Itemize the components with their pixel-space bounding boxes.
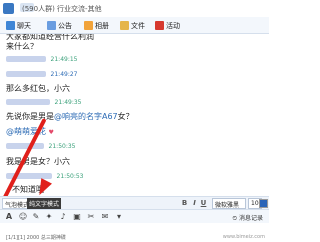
image-icon[interactable]: ▣: [72, 212, 82, 222]
tab-plain-text-mode[interactable]: 纯文字模式: [27, 198, 62, 209]
chat-message: 我是男是女？小六: [6, 157, 70, 166]
watermark-text: www.bimeiz.com: [222, 234, 265, 240]
group-avatar-icon: [3, 3, 14, 14]
toolbar-chat[interactable]: 聊天: [6, 20, 31, 31]
chat-meta: 21:49:15: [6, 54, 78, 63]
chat-message: @萌萌爱花 ♥: [6, 126, 54, 137]
emoji-icon[interactable]: ☺: [18, 212, 28, 222]
toolbar-notice[interactable]: 公告: [47, 20, 72, 31]
blurred-sender: [6, 55, 46, 62]
message-time: 21:49:35: [54, 99, 82, 106]
shake-icon[interactable]: ✦: [44, 212, 54, 222]
message-record-button[interactable]: ⏲ 消息记录: [232, 213, 263, 223]
status-bar: [1/1][1] 2000 总三期神碟 www.bimeiz.com: [0, 234, 269, 242]
format-toolbar: 气泡模式 纯文字模式 B I U 微软雅黑 10: [0, 196, 269, 209]
status-text: [1/1][1] 2000 总三期神碟: [6, 235, 66, 241]
chat-message: 来什么？: [6, 42, 38, 51]
window-title: (590人群) 行业交流-其他: [22, 5, 102, 13]
message-record-label: 消息记录: [238, 215, 263, 222]
message-time: 21:50:35: [48, 143, 76, 150]
italic-button[interactable]: I: [191, 199, 198, 208]
font-color-icon[interactable]: [259, 199, 268, 208]
mention-link[interactable]: @响亮的名字A67: [54, 112, 118, 121]
chat-meta: 21:49:35: [6, 97, 82, 106]
voice-icon[interactable]: ♪: [58, 212, 68, 222]
chat-meta: 21:49:27: [6, 69, 78, 78]
chat-message: 那么多红包，小六: [6, 84, 70, 93]
toolbar-notice-label: 公告: [58, 21, 72, 30]
flag-icon: [155, 21, 164, 30]
toolbar-activity[interactable]: 活动: [155, 20, 180, 31]
notice-icon: [47, 21, 56, 30]
magic-icon[interactable]: ✎: [31, 212, 41, 222]
blurred-sender: [6, 70, 46, 77]
chat-history: 大家都知道经营什么利润 来什么？ 21:49:15 21:49:27 那么多红包…: [0, 34, 269, 196]
group-toolbar: 聊天 公告 相册 文件 活动: [0, 17, 269, 34]
album-icon: [84, 21, 93, 30]
chat-message: 先说你是男是@响亮的名字A67女？: [6, 111, 134, 122]
message-time: 21:49:27: [50, 71, 78, 78]
window-titlebar: (590人群) 行业交流-其他: [0, 0, 269, 17]
blurred-sender: [6, 98, 50, 105]
toolbar-file-label: 文件: [131, 21, 145, 30]
message-time: 21:49:15: [50, 56, 78, 63]
screenshot-icon[interactable]: ✂: [86, 212, 96, 222]
input-toolbar: A ☺ ✎ ✦ ♪ ▣ ✂ ✉ ▾ ⏲ 消息记录: [0, 209, 269, 223]
font-select[interactable]: 微软雅黑: [212, 198, 246, 209]
toolbar-chat-label: 聊天: [17, 21, 31, 30]
bold-button[interactable]: B: [181, 199, 188, 208]
message-time: 21:50:53: [56, 173, 84, 180]
clock-icon: ⏲: [232, 215, 238, 222]
blurred-sender: [6, 142, 44, 149]
chat-meta: 21:50:35: [6, 141, 76, 150]
underline-button[interactable]: U: [200, 199, 207, 208]
message-input[interactable]: [0, 223, 269, 234]
file-icon: [120, 21, 129, 30]
message-text-after: 女？: [117, 112, 134, 121]
chat-icon: [6, 21, 15, 30]
heart-icon: ♥: [48, 129, 54, 136]
gift-icon[interactable]: ✉: [100, 212, 110, 222]
toolbar-album[interactable]: 相册: [84, 20, 109, 31]
toolbar-file[interactable]: 文件: [120, 20, 145, 31]
font-icon[interactable]: A: [4, 212, 14, 222]
message-text: 先说你是男是: [6, 112, 54, 121]
toolbar-album-label: 相册: [95, 21, 109, 30]
more-icon[interactable]: ▾: [114, 212, 124, 222]
toolbar-activity-label: 活动: [166, 21, 180, 30]
